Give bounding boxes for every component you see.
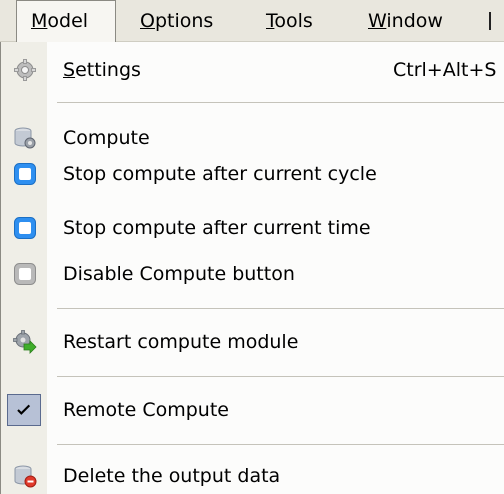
menu-item-stop-after-time[interactable]: Stop compute after current time xyxy=(1,210,504,246)
menu-item-label: Delete the output data xyxy=(63,465,281,487)
menu-item-label: Restart compute module xyxy=(63,331,299,353)
settings-mnemonic: S xyxy=(63,59,76,81)
menu-item-label: Stop compute after current time xyxy=(63,217,371,239)
menu-item-compute[interactable]: Compute xyxy=(1,120,504,156)
menu-item-restart-compute[interactable]: Restart compute module xyxy=(1,324,504,360)
menu-item-label: Stop compute after current cycle xyxy=(63,163,377,185)
menu-item-settings[interactable]: Settings Ctrl+Alt+S xyxy=(1,52,504,88)
menu-separator xyxy=(57,376,504,377)
gear-icon xyxy=(14,59,36,81)
database-delete-icon xyxy=(14,465,37,488)
menu-model-mnemonic: M xyxy=(31,10,48,32)
menu-options[interactable]: Options xyxy=(140,0,213,42)
menu-window-mnemonic: W xyxy=(368,10,387,32)
menu-item-disable-compute[interactable]: Disable Compute button xyxy=(1,256,504,292)
menu-item-delete-output[interactable]: Delete the output data xyxy=(1,458,504,494)
settings-label-rest: ettings xyxy=(75,59,141,81)
menu-options-rest: ptions xyxy=(154,10,214,32)
checkmark-icon xyxy=(17,404,31,415)
blue-stop-icon xyxy=(14,163,36,185)
menu-next-edge xyxy=(489,12,491,30)
menu-item-remote-compute[interactable]: Remote Compute xyxy=(1,392,504,428)
menu-separator xyxy=(57,444,504,445)
blue-stop-icon xyxy=(14,217,36,239)
gray-stop-icon xyxy=(14,263,36,285)
menu-bar: Model Options Tools Window xyxy=(0,0,504,42)
menu-item-label: Remote Compute xyxy=(63,399,229,421)
menu-item-label: Compute xyxy=(63,127,150,149)
menu-model[interactable]: Model xyxy=(16,0,116,42)
menu-tools-rest: ools xyxy=(274,10,313,32)
checked-indicator xyxy=(7,394,41,426)
menu-window[interactable]: Window xyxy=(368,0,443,42)
menu-item-label: Settings xyxy=(63,52,141,88)
menu-separator xyxy=(57,308,504,309)
menu-tools[interactable]: Tools xyxy=(266,0,313,42)
model-dropdown-menu: Settings Ctrl+Alt+S Compute Stop compute… xyxy=(0,42,504,494)
menu-separator xyxy=(57,102,504,103)
menu-options-mnemonic: O xyxy=(140,10,155,32)
menu-item-stop-after-cycle[interactable]: Stop compute after current cycle xyxy=(1,156,504,192)
menu-model-rest: odel xyxy=(47,10,89,32)
gear-green-arrow-icon xyxy=(13,330,37,354)
shortcut-text: Ctrl+Alt+S xyxy=(393,59,497,81)
database-gear-icon xyxy=(14,127,36,149)
menu-item-label: Disable Compute button xyxy=(63,263,295,285)
menu-window-rest: indow xyxy=(386,10,443,32)
